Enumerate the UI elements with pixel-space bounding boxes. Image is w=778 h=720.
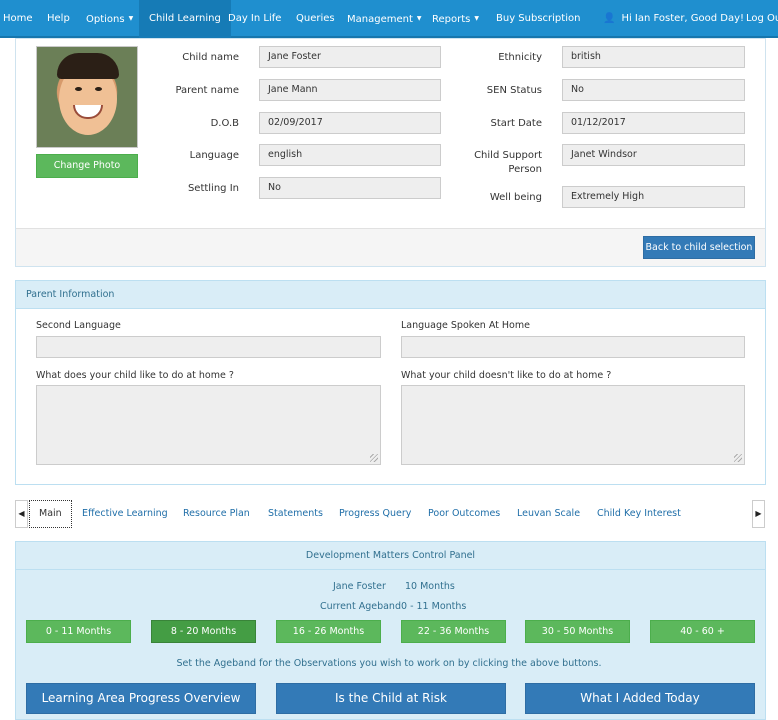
user-icon: 👤 [603,13,616,24]
start-date-label: Start Date [490,118,542,129]
second-language-input[interactable] [36,336,381,358]
well-being-label: Well being [489,192,542,203]
parent-information-heading: Parent Information [16,281,765,309]
nav-child-learning[interactable]: Child Learning [139,0,231,38]
child-name-label: Child name [182,52,239,63]
tab-progress-query[interactable]: Progress Query [339,500,411,528]
nav-greeting-label: Hi Ian Foster, Good Day! [621,13,745,24]
ageband-button-0-11[interactable]: 0 - 11 Months [26,620,131,643]
ageband-button-40-60[interactable]: 40 - 60 + [650,620,755,643]
ageband-button-8-20[interactable]: 8 - 20 Months [151,620,256,643]
nav-buy-subscription-label: Buy Subscription [496,13,581,24]
ethnicity-label: Ethnicity [498,52,542,63]
tab-main[interactable]: Main [29,500,72,528]
caret-down-icon: ▼ [474,15,479,22]
nav-day-in-life-label: Day In Life [228,13,282,24]
sen-status-field[interactable]: No [562,79,745,101]
nav-reports[interactable]: Reports ▼ [432,0,479,38]
child-photo-hair [57,53,119,79]
child-name-field[interactable]: Jane Foster [259,46,441,68]
start-date-field[interactable]: 01/12/2017 [562,112,745,134]
nav-options-label: Options [86,14,125,25]
likes-textarea[interactable] [36,385,381,465]
nav-child-learning-label: Child Learning [149,13,221,24]
language-home-label: Language Spoken At Home [401,320,530,331]
back-to-child-selection-button[interactable]: Back to child selection [643,236,755,259]
nav-day-in-life[interactable]: Day In Life [228,0,281,38]
tab-next-icon[interactable]: ▶ [752,500,765,528]
nav-user-greeting[interactable]: 👤 Hi Ian Foster, Good Day! [603,0,744,38]
tab-leuvan-scale[interactable]: Leuvan Scale [517,500,580,528]
tab-prev-icon[interactable]: ◀ [15,500,28,528]
tab-child-key-interest[interactable]: Child Key Interest [597,500,681,528]
tab-poor-outcomes[interactable]: Poor Outcomes [428,500,500,528]
ageband-button-22-36[interactable]: 22 - 36 Months [401,620,506,643]
parent-name-label: Parent name [175,85,239,96]
child-photo [36,46,138,148]
dob-label: D.O.B [210,118,239,129]
development-matters-heading: Development Matters Control Panel [16,542,765,570]
support-person-label-line2: Person [508,164,542,175]
child-photo-eye [95,87,102,91]
nav-logout[interactable]: Log Out [746,0,778,38]
dev-child-age: 10 Months [405,581,455,592]
ageband-button-30-50[interactable]: 30 - 50 Months [525,620,630,643]
current-ageband-value: 0 - 11 Months [401,601,467,612]
nav-management-label: Management [347,14,413,25]
ageband-button-16-26[interactable]: 16 - 26 Months [276,620,381,643]
child-photo-eye [75,87,82,91]
nav-help-label: Help [47,13,70,24]
nav-help[interactable]: Help [47,0,70,38]
caret-down-icon: ▼ [416,15,422,22]
tab-strip: ◀ Main Effective Learning Resource Plan … [15,500,766,528]
nav-reports-label: Reports [432,14,471,25]
language-home-input[interactable] [401,336,745,358]
nav-queries-label: Queries [296,13,335,24]
support-person-label-line1: Child Support [474,150,542,161]
nav-management[interactable]: Management ▼ [347,0,422,38]
nav-home-label: Home [3,13,33,24]
language-label: Language [189,150,239,161]
nav-buy-subscription[interactable]: Buy Subscription [496,0,580,38]
likes-label: What does your child like to do at home … [36,370,234,381]
settling-in-label: Settling In [187,183,239,194]
support-person-field[interactable]: Janet Windsor [562,144,745,166]
resize-grip-icon[interactable] [370,454,378,462]
nav-logout-label: Log Out [746,13,778,24]
dev-child-name: Jane Foster [333,581,386,592]
well-being-field[interactable]: Extremely High [562,186,745,208]
tab-statements[interactable]: Statements [268,500,323,528]
parent-name-field[interactable]: Jane Mann [259,79,441,101]
tab-resource-plan[interactable]: Resource Plan [183,500,250,528]
second-language-label: Second Language [36,320,121,331]
nav-queries[interactable]: Queries [296,0,335,38]
resize-grip-icon[interactable] [734,454,742,462]
child-at-risk-button[interactable]: Is the Child at Risk [276,683,506,714]
ethnicity-field[interactable]: british [562,46,745,68]
tab-effective-learning[interactable]: Effective Learning [82,500,168,528]
settling-in-field[interactable]: No [259,177,441,199]
dob-field[interactable]: 02/09/2017 [259,112,441,134]
dislikes-label: What your child doesn't like to do at ho… [401,370,612,381]
nav-options[interactable]: Options ▼ [86,0,133,38]
sen-status-label: SEN Status [486,85,542,96]
ageband-instruction: Set the Ageband for the Observations you… [176,658,602,669]
top-navbar: Home Help Options ▼ Child Learning Day In… [0,0,778,38]
caret-down-icon: ▼ [128,15,134,22]
what-i-added-today-button[interactable]: What I Added Today [525,683,755,714]
language-field[interactable]: english [259,144,441,166]
current-ageband-label: Current Ageband [320,601,401,612]
nav-home[interactable]: Home [3,0,33,38]
learning-area-progress-button[interactable]: Learning Area Progress Overview [26,683,256,714]
dislikes-textarea[interactable] [401,385,745,465]
change-photo-button[interactable]: Change Photo [36,154,138,178]
